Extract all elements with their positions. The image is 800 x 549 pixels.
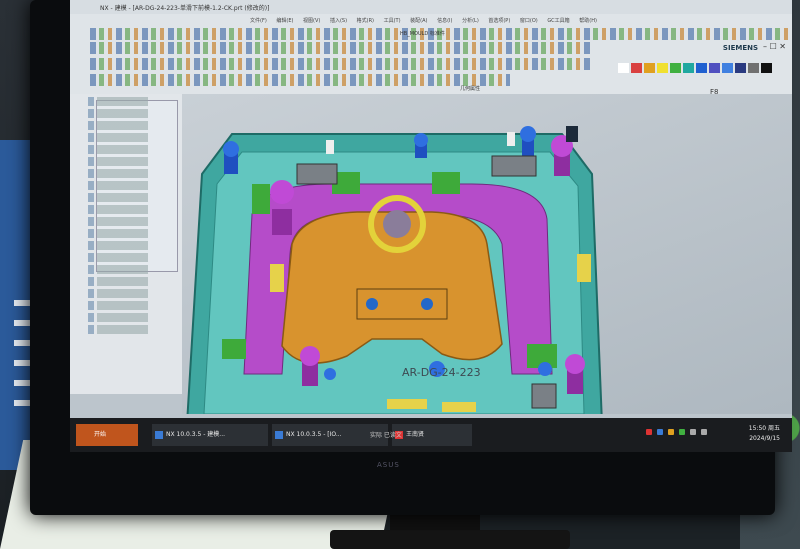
toolbar-label-geometry[interactable]: 几何属性 [460,85,480,92]
palette-swatch[interactable] [709,63,720,73]
color-palette[interactable] [618,58,774,73]
menu-item[interactable]: 格式(R) [357,18,374,24]
palette-swatch[interactable] [748,63,759,73]
title-bar: NX - 建模 - [AR-DG-24-223-单滑下前模-1.2-CK.prt… [70,0,792,14]
menu-item[interactable]: 装配(A) [410,18,427,24]
system-clock[interactable]: 15:50 周五 2024/9/15 [749,424,780,444]
palette-swatch[interactable] [696,63,707,73]
taskbar-item-label: 王南贤 [406,431,425,438]
menu-item[interactable]: 工具(T) [384,18,401,24]
palette-swatch[interactable] [761,63,772,73]
part-label: AR-DG-24-223 [402,366,481,379]
menu-bar: 文件(F) 编辑(E) 视图(V) 插入(S) 格式(R) 工具(T) 装配(A… [250,17,605,24]
palette-swatch[interactable] [657,63,668,73]
menu-item[interactable]: 分析(L) [462,18,479,24]
system-tray[interactable] [646,429,712,437]
nx-icon [155,431,163,439]
palette-swatch[interactable] [722,63,733,73]
menu-item[interactable]: 视图(V) [303,18,320,24]
clock-date: 2024/9/15 [749,435,780,442]
palette-swatch[interactable] [631,63,642,73]
siemens-logo: SIEMENS [722,44,758,52]
menu-item[interactable]: 帮助(H) [579,18,597,24]
monitor: ASUS NX - 建模 - [AR-DG-24-223-单滑下前模-1.2-C… [30,0,792,515]
menu-item[interactable]: 插入(S) [330,18,347,24]
start-button[interactable]: 开始 [76,424,138,446]
taskbar-item-label: NX 10.0.3.5 - 建模... [166,431,226,438]
taskbar: 开始 NX 10.0.3.5 - 建模... NX 10.0.3.5 - [IO… [70,418,792,452]
mold-model: AR-DG-24-223 [185,126,604,425]
screen: NX - 建模 - [AR-DG-24-223-单滑下前模-1.2-CK.prt… [70,0,792,452]
graphics-viewport[interactable]: AR-DG-24-223 [182,94,792,425]
nx-icon [275,431,283,439]
toolbar-label-mould[interactable]: HB_MOULD 标准件 [400,30,445,37]
menu-item[interactable]: GC工具箱 [547,18,569,24]
menu-item[interactable]: 信息(I) [437,18,452,24]
monitor-stand-base [330,530,570,549]
part-navigator [70,94,182,394]
window-title: NX - 建模 - [AR-DG-24-223-单滑下前模-1.2-CK.prt… [100,5,270,12]
clock-time: 15:50 周五 [748,425,780,432]
window-controls[interactable]: – ☐ ✕ [763,42,786,51]
taskbar-item[interactable]: 王南贤 [392,424,472,446]
toolbar-row-3[interactable] [90,58,590,70]
taskbar-item[interactable]: NX 10.0.3.5 - 建模... [152,424,268,446]
palette-swatch[interactable] [618,63,629,73]
menu-item[interactable]: 窗口(O) [520,18,538,24]
taskbar-center-text: 实际 已读文 [370,432,402,439]
palette-swatch[interactable] [683,63,694,73]
menu-item[interactable]: 编辑(E) [276,18,293,24]
palette-swatch[interactable] [644,63,655,73]
menu-item[interactable]: 首选项(P) [488,18,510,24]
ribbon-toolbar: 文件(F) 编辑(E) 视图(V) 插入(S) 格式(R) 工具(T) 装配(A… [70,14,792,96]
taskbar-item-label: NX 10.0.3.5 - [IO... [286,431,342,438]
toolbar-row-2[interactable] [90,42,590,54]
toolbar-row-4[interactable] [90,74,510,86]
monitor-logo: ASUS [377,461,400,469]
palette-swatch[interactable] [735,63,746,73]
palette-swatch[interactable] [670,63,681,73]
menu-item[interactable]: 文件(F) [250,18,267,24]
